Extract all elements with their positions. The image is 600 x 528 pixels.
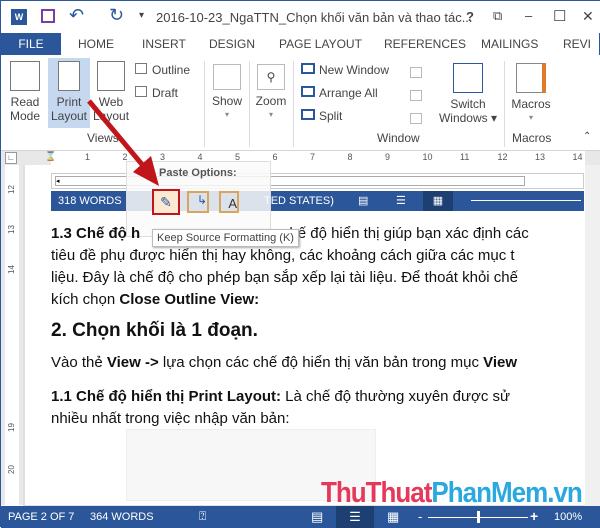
macros-button[interactable]: Macros ▾ xyxy=(509,63,553,125)
ribbon-tabs: FILE HOME INSERT DESIGN PAGE LAYOUT REFE… xyxy=(1,33,600,55)
undo-icon[interactable]: ↶ xyxy=(69,5,84,26)
close-button[interactable]: ✕ xyxy=(582,8,594,25)
tooltip: Keep Source Formatting (K) xyxy=(152,229,299,247)
synchronous-scrolling-icon[interactable] xyxy=(410,90,422,101)
vertical-scrollbar[interactable] xyxy=(585,165,600,506)
red-arrow-icon xyxy=(87,99,159,186)
split-icon xyxy=(301,109,315,120)
arrange-all-button[interactable]: Arrange All xyxy=(301,86,378,100)
magnifier-icon: ⚲ xyxy=(257,64,285,90)
zoom-button[interactable]: ⚲ Zoom ▾ xyxy=(253,64,289,122)
embedded-zoom-slider xyxy=(471,200,581,201)
heading-2: 2. Chọn khối là 1 đoạn. xyxy=(51,320,258,341)
ruler-number: 14 xyxy=(6,265,16,274)
minimize-button[interactable]: – xyxy=(525,8,532,23)
zoom-level[interactable]: 100% xyxy=(554,511,582,523)
tab-design[interactable]: DESIGN xyxy=(203,33,261,55)
redo-icon[interactable]: ↻ xyxy=(109,5,124,26)
zoom-in-button[interactable]: + xyxy=(530,508,538,524)
zoom-out-button[interactable]: - xyxy=(418,509,422,524)
ruler-number: 8 xyxy=(347,152,353,162)
keep-text-only-button[interactable]: A xyxy=(219,191,239,213)
reset-window-position-icon[interactable] xyxy=(410,113,422,124)
indent-marker[interactable]: ⌛ xyxy=(45,151,56,162)
ruler-number: 11 xyxy=(460,152,470,162)
page-icon xyxy=(58,61,80,91)
paragraph-1-1: 1.1 Chế độ hiển thị Print Layout: Là chế… xyxy=(51,388,511,405)
title-bar: W ↶ ↻ ▾ 2016-10-23_NgaTTN_Chọn khối văn … xyxy=(1,1,600,33)
ribbon-display-button[interactable]: ⧉ xyxy=(493,8,502,24)
arrange-all-icon xyxy=(301,86,315,97)
watermark-logo: ThuThuatPhanMem.vn xyxy=(321,475,583,509)
print-layout-view-icon[interactable]: ☰ xyxy=(336,506,374,528)
read-mode-view-icon[interactable]: ▤ xyxy=(311,509,323,525)
tab-review[interactable]: REVI xyxy=(557,33,597,55)
tab-references[interactable]: REFERENCES xyxy=(378,33,472,55)
ruler-number: 10 xyxy=(422,152,433,162)
embedded-language: TED STATES) xyxy=(264,195,334,207)
ruler-number: 13 xyxy=(535,152,546,162)
help-button[interactable]: ? xyxy=(466,9,474,24)
macros-group-label: Macros xyxy=(512,131,552,145)
ruler-number: 12 xyxy=(497,152,508,162)
ruler-number: 13 xyxy=(6,225,16,234)
show-button[interactable]: Show ▾ xyxy=(209,64,245,122)
tab-page-layout[interactable]: PAGE LAYOUT xyxy=(273,33,368,55)
web-layout-view-icon[interactable]: ▦ xyxy=(387,509,399,525)
new-window-button[interactable]: New Window xyxy=(301,63,389,77)
ruler-number: 7 xyxy=(310,152,316,162)
save-icon[interactable] xyxy=(41,9,55,23)
book-icon xyxy=(10,61,40,91)
show-icon xyxy=(213,64,241,90)
outline-icon xyxy=(135,63,147,74)
embedded-web-layout-icon: ▦ xyxy=(423,191,453,211)
embedded-read-mode-icon: ▤ xyxy=(358,195,369,207)
ruler-number: 19 xyxy=(6,423,16,432)
customize-qat-icon[interactable]: ▾ xyxy=(139,10,144,21)
ruler-number: 9 xyxy=(385,152,391,162)
ruler-number: 6 xyxy=(272,152,278,162)
tab-selector[interactable]: ∟ xyxy=(5,152,17,164)
paragraph-line: tiêu đề phụ được hiển thị hay không, các… xyxy=(51,247,515,264)
page-indicator[interactable]: PAGE 2 OF 7 xyxy=(8,511,74,523)
word-count[interactable]: 364 WORDS xyxy=(90,511,154,523)
new-window-icon xyxy=(301,63,315,74)
view-side-by-side-icon[interactable] xyxy=(410,67,422,78)
window-group-label: Window xyxy=(377,131,420,145)
outline-button[interactable]: Outline xyxy=(135,63,190,77)
tab-insert[interactable]: INSERT xyxy=(136,33,192,55)
macros-icon xyxy=(516,63,546,93)
split-button[interactable]: Split xyxy=(301,109,342,123)
read-mode-button[interactable]: Read Mode xyxy=(7,61,43,123)
status-bar: PAGE 2 OF 7 364 WORDS ⍰ ▤ ☰ ▦ - + 100% xyxy=(1,506,600,528)
switch-windows-icon xyxy=(453,63,483,93)
tab-home[interactable]: HOME xyxy=(72,33,120,55)
paragraph-line: nhiều nhất trong việc nhập văn bản: xyxy=(51,410,290,427)
word-icon: W xyxy=(11,9,27,25)
maximize-button[interactable]: ☐ xyxy=(553,7,566,25)
tab-file[interactable]: FILE xyxy=(1,33,61,55)
vertical-ruler[interactable]: 12 13 14 19 20 xyxy=(1,165,23,505)
web-page-icon xyxy=(97,61,125,91)
proofing-icon[interactable]: ⍰ xyxy=(199,509,206,524)
tab-mailings[interactable]: MAILINGS xyxy=(475,33,544,55)
ruler-number: 20 xyxy=(6,465,16,474)
zoom-slider-thumb[interactable] xyxy=(477,511,480,523)
ruler-number: 14 xyxy=(572,152,583,162)
switch-windows-button[interactable]: Switch Windows ▾ xyxy=(437,63,499,125)
collapse-ribbon-icon[interactable]: ⌃ xyxy=(583,131,591,142)
window-title: 2016-10-23_NgaTTN_Chọn khối văn bản và t… xyxy=(156,10,473,25)
paragraph-1-3: 1.3 Chế độ h chế độ hiển thị giúp bạn xá… xyxy=(51,225,529,242)
embedded-print-layout-icon: ☰ xyxy=(396,195,406,207)
ruler-number: 12 xyxy=(6,185,16,194)
paragraph-line: kích chọn Close Outline View: xyxy=(51,291,260,308)
merge-formatting-button[interactable]: ↳ xyxy=(187,191,209,213)
paragraph-line: liệu. Đây là chế độ cho phép bạn sắp xếp… xyxy=(51,269,518,286)
paragraph-view: Vào thẻ View -> lựa chọn các chế độ hiển… xyxy=(51,354,518,371)
